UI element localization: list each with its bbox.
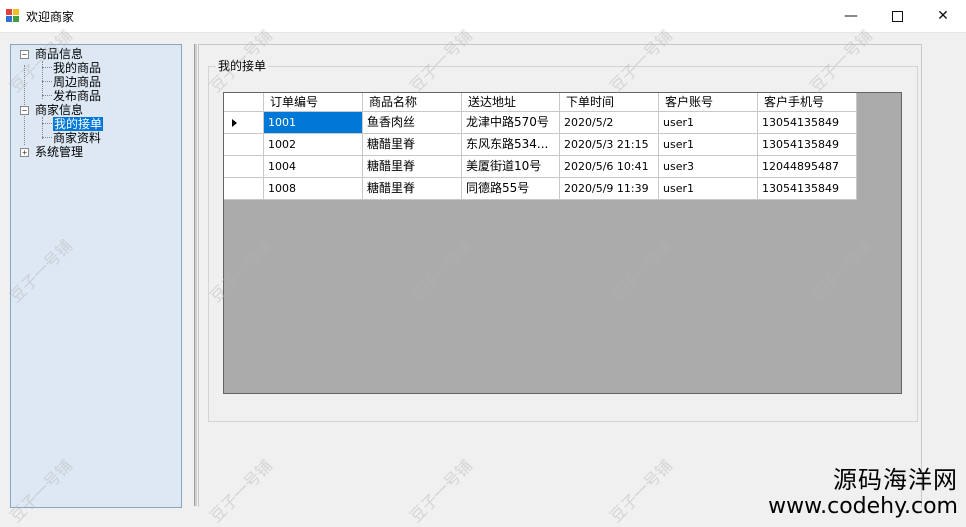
splitter[interactable] <box>194 44 197 506</box>
tree-node-nearby-goods[interactable]: 周边商品 <box>53 75 101 89</box>
table-cell[interactable]: 2020/5/9 11:39 <box>560 178 659 200</box>
column-header[interactable]: 客户账号 <box>659 93 758 112</box>
table-cell[interactable]: 鱼香肉丝 <box>363 112 462 134</box>
table-cell[interactable]: 1002 <box>264 134 363 156</box>
row-header[interactable] <box>224 156 264 178</box>
tree-node-my-orders[interactable]: 我的接单 <box>53 117 104 131</box>
column-header[interactable]: 商品名称 <box>363 93 462 112</box>
table-cell[interactable]: user1 <box>659 112 758 134</box>
app-icon <box>6 9 20 23</box>
tree-node-merchant-profile[interactable]: 商家资料 <box>53 131 101 145</box>
grid-header: 订单编号 商品名称 送达地址 下单时间 客户账号 客户手机号 <box>224 93 857 112</box>
column-header[interactable]: 客户手机号 <box>758 93 857 112</box>
maximize-button[interactable] <box>874 0 920 32</box>
tree-node-label: 商家信息 <box>35 103 84 117</box>
tree-node-publish-goods[interactable]: 发布商品 <box>53 89 101 103</box>
table-cell[interactable]: 13054135849 <box>758 178 857 200</box>
table-cell[interactable]: user1 <box>659 134 758 156</box>
table-cell[interactable]: 13054135849 <box>758 134 857 156</box>
group-title: 我的接单 <box>216 57 269 74</box>
table-cell[interactable]: 2020/5/2 <box>560 112 659 134</box>
table-cell[interactable]: 2020/5/6 10:41 <box>560 156 659 178</box>
row-header[interactable] <box>224 112 264 134</box>
orders-grid[interactable]: 订单编号 商品名称 送达地址 下单时间 客户账号 客户手机号 1001 鱼香肉丝… <box>223 92 902 394</box>
table-row[interactable]: 1001 鱼香肉丝 龙津中路570号 2020/5/2 user1 130541… <box>224 112 857 134</box>
table-cell[interactable]: 同德路55号 <box>462 178 560 200</box>
table-cell[interactable]: 13054135849 <box>758 112 857 134</box>
collapse-icon[interactable]: − <box>20 106 29 115</box>
window-title: 欢迎商家 <box>26 10 75 24</box>
table-row[interactable]: 1004 糖醋里脊 美厦街道10号 2020/5/6 10:41 user3 1… <box>224 156 857 178</box>
table-cell[interactable]: 1004 <box>264 156 363 178</box>
current-row-icon <box>232 119 237 127</box>
tree-node-label: 我的接单 <box>53 117 104 131</box>
table-row[interactable]: 1008 糖醋里脊 同德路55号 2020/5/9 11:39 user1 13… <box>224 178 857 200</box>
table-cell[interactable]: 1001 <box>264 112 363 134</box>
column-header[interactable]: 下单时间 <box>560 93 659 112</box>
expand-icon[interactable]: + <box>20 148 29 157</box>
minimize-icon: — <box>844 8 858 24</box>
minimize-button[interactable]: — <box>828 0 874 32</box>
brand-name: 源码海洋网 <box>833 466 958 494</box>
table-cell[interactable]: 糖醋里脊 <box>363 156 462 178</box>
title-bar: 欢迎商家 — ✕ <box>0 0 966 33</box>
brand-watermark: 源码海洋网 www.codehy.com <box>768 466 958 520</box>
table-cell[interactable]: user3 <box>659 156 758 178</box>
tree-node-my-goods[interactable]: 我的商品 <box>53 61 101 75</box>
tree-node-label: 周边商品 <box>53 75 102 89</box>
table-cell[interactable]: 2020/5/3 21:15 <box>560 134 659 156</box>
table-cell[interactable]: 糖醋里脊 <box>363 178 462 200</box>
tree-node-label: 商家资料 <box>53 131 102 145</box>
maximize-icon <box>891 10 903 22</box>
table-row[interactable]: 1002 糖醋里脊 东风东路534... 2020/5/3 21:15 user… <box>224 134 857 156</box>
nav-tree[interactable]: − 商品信息 我的商品 周边商品 发布商品 − 商家信息 我的接单 商家资料 +… <box>10 44 182 508</box>
tree-node-label: 我的商品 <box>53 61 102 75</box>
table-cell[interactable]: user1 <box>659 178 758 200</box>
close-button[interactable]: ✕ <box>920 0 966 32</box>
table-cell[interactable]: 东风东路534... <box>462 134 560 156</box>
collapse-icon[interactable]: − <box>20 50 29 59</box>
table-cell[interactable]: 龙津中路570号 <box>462 112 560 134</box>
tree-node-label: 商品信息 <box>35 47 84 61</box>
grid-corner[interactable] <box>224 93 264 112</box>
brand-url: www.codehy.com <box>768 494 958 519</box>
table-cell[interactable]: 12044895487 <box>758 156 857 178</box>
table-cell[interactable]: 1008 <box>264 178 363 200</box>
table-cell[interactable]: 美厦街道10号 <box>462 156 560 178</box>
close-icon: ✕ <box>937 8 949 24</box>
row-header[interactable] <box>224 134 264 156</box>
tree-node-label: 发布商品 <box>53 89 102 103</box>
row-header[interactable] <box>224 178 264 200</box>
column-header[interactable]: 送达地址 <box>462 93 560 112</box>
column-header[interactable]: 订单编号 <box>264 93 363 112</box>
table-cell[interactable]: 糖醋里脊 <box>363 134 462 156</box>
tree-node-label: 系统管理 <box>35 145 84 159</box>
